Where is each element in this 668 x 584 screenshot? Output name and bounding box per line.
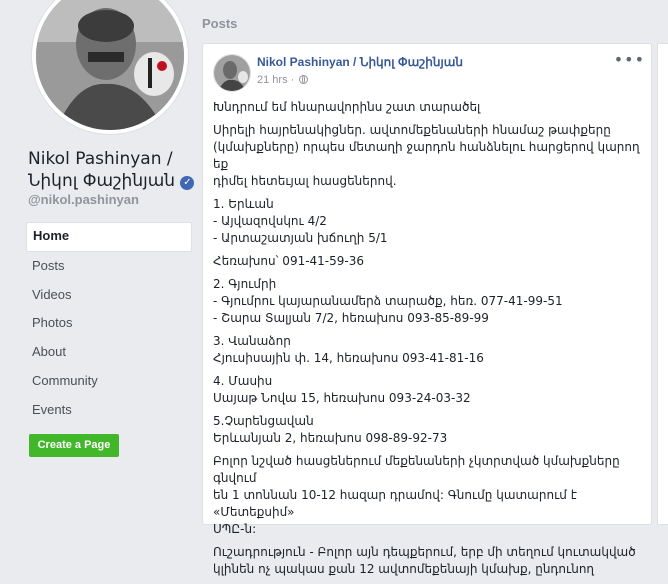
page-name-line1: Nikol Pashinyan /	[28, 149, 173, 169]
post-line: Ուշադրություն - Բոլոր այն դեպքերում, երբ…	[213, 545, 636, 559]
posts-section-title: Posts	[202, 16, 238, 31]
page-title[interactable]: Nikol Pashinyan / Նիկոլ Փաշինյան ✓	[28, 148, 198, 192]
post-author-name[interactable]: Nikol Pashinyan / Նիկոլ Փաշինյան	[257, 55, 463, 69]
page-nav: Home Posts Videos Photos About Community…	[26, 222, 192, 426]
nav-item-home[interactable]: Home	[26, 222, 192, 252]
profile-photo-image	[36, 0, 184, 130]
post-paragraph: Սիրելի հայրենակիցներ. ավտոմեքենաների հնա…	[213, 122, 641, 190]
post-line: Բոլոր նշված հասցեներում մեքենաների չկտրտ…	[213, 454, 620, 485]
post-line: են 1 տոննան 10-12 հազար դրամով: Գնումը կ…	[213, 488, 577, 519]
post-line: կլինեն ոչ պակաս քան 12 ավտոմեքենայի կմախ…	[213, 562, 595, 576]
post-line: 3. Վանաձոր	[213, 334, 291, 348]
post-paragraph: 4. Մասիս Սայաթ Նովա 15, հեռախոս 093-24-03…	[213, 373, 641, 407]
post-paragraph: 1. Երևան - Այվազովսկու 4/2 - Արտաշատյան խճ…	[213, 196, 641, 247]
create-page-button[interactable]: Create a Page	[29, 434, 119, 457]
nav-item-events[interactable]: Events	[26, 397, 192, 425]
right-column-card	[657, 43, 668, 525]
post-line: Սիրելի հայրենակիցներ. ավտոմեքենաների հնա…	[213, 123, 611, 137]
post-line: 1. Երևան	[213, 197, 274, 211]
post-paragraph: Բոլոր նշված հասցեներում մեքենաների չկտրտ…	[213, 453, 641, 538]
post-line: - Շարա Տալյան 7/2, հեռախոս 093-85-89-99	[213, 311, 489, 325]
post-paragraph: 5.Չարենցավան Երևանյան 2, հեռախոս 098-89-9…	[213, 413, 641, 447]
verified-badge-icon: ✓	[180, 176, 195, 190]
nav-item-photos[interactable]: Photos	[26, 310, 192, 338]
post-line: - Արտաշատյան խճուղի 5/1	[213, 231, 388, 245]
globe-icon[interactable]	[299, 75, 309, 84]
post-paragraph: Խնդրում եմ հնարավորինս շատ տարածել	[213, 99, 641, 116]
post-timestamp[interactable]: 21 hrs ·	[257, 74, 309, 86]
post-line: դիմել հետեւյալ հասցեներով.	[213, 174, 397, 188]
post-line: Երևանյան 2, հեռախոս 098-89-92-73	[213, 431, 448, 445]
nav-item-community[interactable]: Community	[26, 368, 192, 396]
nav-item-videos[interactable]: Videos	[26, 282, 192, 310]
post-paragraph: Հեռախոս՝ 091-41-59-36	[213, 253, 641, 270]
post-line: Սայաթ Նովա 15, հեռախոս 093-24-03-32	[213, 391, 471, 405]
post-time-text[interactable]: 21 hrs	[257, 74, 288, 86]
post-text: Խնդրում եմ հնարավորինս շատ տարածել Սիրելի…	[213, 99, 641, 584]
nav-item-posts[interactable]: Posts	[26, 253, 192, 281]
post-line: Խնդրում եմ հնարավորինս շատ տարածել	[213, 100, 481, 114]
profile-picture[interactable]	[36, 0, 184, 130]
post-line: 2. Գյումրի	[213, 277, 277, 291]
page-name-line2: Նիկոլ Փաշինյան	[28, 171, 176, 191]
post-line: - Այվազովսկու 4/2	[213, 214, 327, 228]
page-username[interactable]: @nikol.pashinyan	[28, 192, 139, 207]
author-avatar-image	[214, 55, 250, 91]
post-line: ՍՊԸ-ն:	[213, 522, 257, 536]
post-author-avatar[interactable]	[213, 54, 251, 92]
post-paragraph: Ուշադրություն - Բոլոր այն դեպքերում, երբ…	[213, 544, 641, 578]
post-paragraph: 3. Վանաձոր Հյուսիսային փ. 14, հեռախոս 093…	[213, 333, 641, 367]
post-line: Հեռախոս՝ 091-41-59-36	[213, 254, 365, 268]
more-options-icon[interactable]: •••	[614, 50, 645, 69]
post-line: Հյուսիսային փ. 14, հեռախոս 093-41-81-16	[213, 351, 484, 365]
post-card: Nikol Pashinyan / Նիկոլ Փաշինյան 21 hrs …	[202, 43, 652, 576]
post-line: (կմախքները) որպես մետաղի ջարդոն հանձնելո…	[213, 140, 640, 171]
profile-picture-frame[interactable]	[32, 0, 188, 134]
post-line: 4. Մասիս	[213, 374, 273, 388]
nav-item-about[interactable]: About	[26, 339, 192, 367]
post-line: 5.Չարենցավան	[213, 414, 314, 428]
post-paragraph: 2. Գյումրի - Գյումրու կայարանամերձ տարածք…	[213, 276, 641, 327]
post-line: - Գյումրու կայարանամերձ տարածք, հեռ. 077…	[213, 294, 563, 308]
